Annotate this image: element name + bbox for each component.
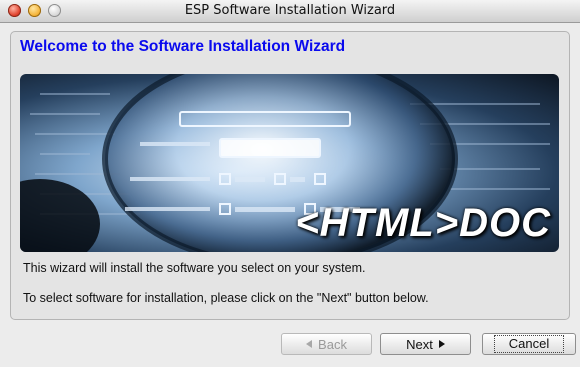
- content-panel: Welcome to the Software Installation Wiz…: [10, 31, 570, 320]
- next-button-label: Next: [406, 336, 433, 352]
- title-bar[interactable]: ESP Software Installation Wizard: [0, 0, 580, 23]
- left-arrow-icon: [306, 340, 313, 348]
- page-heading: Welcome to the Software Installation Wiz…: [20, 38, 346, 55]
- instruction-text: To select software for installation, ple…: [23, 291, 429, 305]
- cancel-button-label: Cancel: [493, 335, 565, 353]
- window-title: ESP Software Installation Wizard: [184, 3, 396, 18]
- right-arrow-icon: [438, 340, 445, 348]
- back-button[interactable]: Back: [281, 333, 372, 355]
- installer-window: ESP Software Installation Wizard Welcome…: [0, 0, 580, 367]
- next-button[interactable]: Next: [380, 333, 471, 355]
- back-button-label: Back: [318, 336, 347, 352]
- product-banner-image: <HTML>DOC: [20, 74, 559, 252]
- cancel-button[interactable]: Cancel: [482, 333, 576, 355]
- intro-text: This wizard will install the software yo…: [23, 261, 366, 275]
- banner-title-text: <HTML>DOC: [295, 201, 551, 245]
